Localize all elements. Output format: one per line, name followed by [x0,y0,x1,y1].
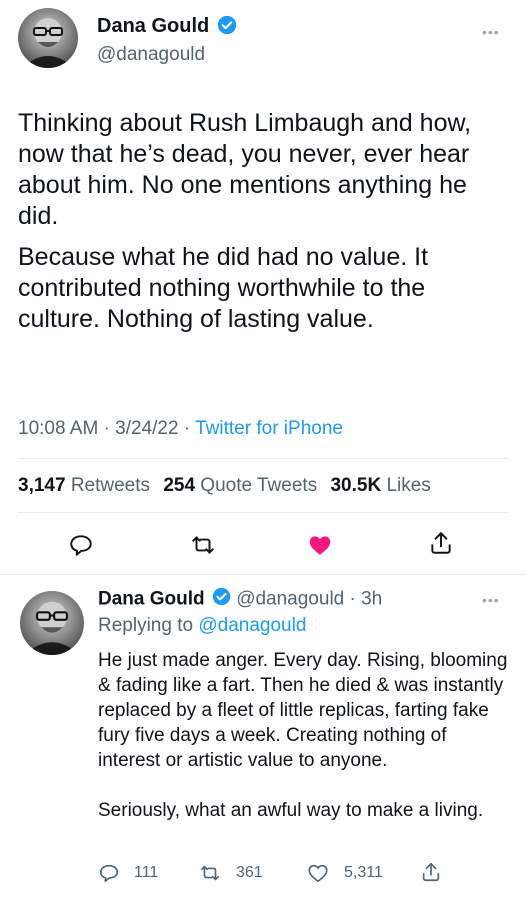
retweet-count: 361 [236,864,263,881]
reply-paragraph: He just made anger. Every day. Rising, b… [98,650,508,771]
tweet-source[interactable]: Twitter for iPhone [195,418,343,439]
reply-count: 111 [134,864,159,881]
reply-reply-button[interactable]: 111 [98,862,158,884]
retweet-icon[interactable] [186,528,220,562]
like-count: 5,311 [344,864,383,881]
replying-to: Replying to @danagould [98,615,306,637]
reply-header: Dana Gould @danagould · 3h [98,587,382,612]
divider [18,458,508,459]
reply-author-avatar[interactable] [20,591,84,655]
verified-badge-icon [217,15,237,40]
like-icon [308,864,328,883]
replying-prefix: Replying to [98,615,199,636]
reply-paragraph: Seriously, what an awful way to make a l… [98,800,484,821]
verified-badge-icon [212,587,231,612]
replying-handle[interactable]: @danagould [198,615,306,636]
tweet-time[interactable]: 10:08 AM [18,418,98,439]
retweet-icon [200,865,220,881]
retweets-stat[interactable]: 3,147 Retweets [18,475,150,496]
meta-separator: · [178,418,196,439]
reply-author-name[interactable]: Dana Gould [98,589,205,610]
author-handle[interactable]: @danagould [97,44,205,66]
share-icon[interactable] [424,526,458,560]
tweet-paragraph: Thinking about Rush Limbaugh and how, no… [18,109,472,230]
tweet-meta: 10:08 AM · 3/24/22 · Twitter for iPhone [18,418,343,440]
more-options-icon[interactable]: ••• [482,24,500,40]
reply-share-button[interactable] [420,860,442,889]
like-icon[interactable] [303,528,337,562]
tweet-date[interactable]: 3/24/22 [115,418,178,439]
meta-separator: · [98,418,116,439]
author-name[interactable]: Dana Gould [97,15,209,37]
reply-icon [99,864,119,883]
reply-actions: 111 361 5,311 [98,862,508,890]
quotes-stat[interactable]: 254 Quote Tweets [163,475,317,496]
author-avatar[interactable] [18,8,78,68]
tweet-stats: 3,147 Retweets 254 Quote Tweets 30.5K Li… [18,475,431,497]
reply-text: He just made anger. Every day. Rising, b… [98,648,508,823]
divider [18,512,508,513]
reply-like-button[interactable]: 5,311 [306,862,383,884]
reply-retweet-button[interactable]: 361 [198,862,263,884]
tweet-text: Thinking about Rush Limbaugh and how, no… [18,108,514,335]
share-icon [422,862,440,882]
author-header: Dana Gould [97,15,237,40]
reply-handle-time[interactable]: @danagould · 3h [236,589,382,610]
divider [0,574,526,575]
tweet-paragraph: Because what he did had no value. It con… [18,243,429,333]
likes-stat[interactable]: 30.5K Likes [330,475,430,496]
more-options-icon[interactable]: ••• [482,592,500,608]
reply-icon[interactable] [64,528,98,562]
